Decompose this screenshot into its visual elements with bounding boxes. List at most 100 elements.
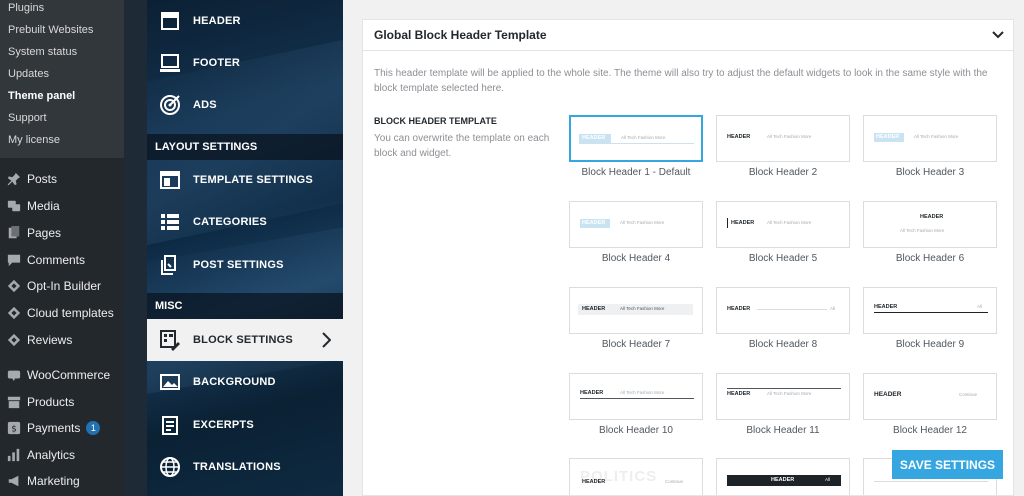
template-caption: Block Header 6 [895, 253, 965, 264]
menu-item-woocommerce[interactable]: WooCommerce [0, 362, 124, 388]
optin-icon [0, 279, 27, 293]
template-block-header-11[interactable]: HEADER All Tech Fashion More Block Heade… [716, 373, 850, 436]
template-block-header-1[interactable]: HEADER All Tech Fashion More Block Heade… [569, 115, 703, 178]
template-thumbnail: HEADER All [716, 287, 850, 334]
nav-label: TRANSLATIONS [193, 461, 281, 473]
thumb-header-text: HEADER [580, 390, 604, 396]
menu-item-pages[interactable]: Pages [0, 220, 124, 246]
thumb-filters: All Tech Fashion More [621, 135, 666, 140]
excerpt-icon [147, 414, 193, 436]
nav-item-block-settings[interactable]: BLOCK SETTINGS [147, 319, 343, 361]
template-block-header-13[interactable]: POLITICS HEADER Continue [569, 458, 703, 495]
menu-label: Analytics [27, 448, 76, 462]
thumb-filters: All Tech Fashion More [767, 391, 812, 396]
menu-item-optin-builder[interactable]: Opt-In Builder [0, 273, 124, 299]
wp-submenu: Plugins Prebuilt Websites System status … [0, 0, 124, 158]
thumb-filters: All Tech Fashion More [620, 306, 665, 311]
thumb-filters: All [825, 477, 831, 482]
menu-item-media[interactable]: Media [0, 193, 124, 219]
box-icon [0, 395, 27, 409]
template-thumbnail: HEADER All [863, 287, 997, 334]
template-block-header-2[interactable]: HEADER All Tech Fashion More Block Heade… [716, 115, 850, 178]
template-block-header-10[interactable]: HEADER All Tech Fashion More Block Heade… [569, 373, 703, 436]
menu-gutter [124, 0, 147, 496]
menu-item-cloud-templates[interactable]: Cloud templates [0, 300, 124, 326]
template-block-header-9[interactable]: HEADER All Block Header 9 [863, 287, 997, 350]
menu-label: Opt-In Builder [27, 279, 102, 293]
menu-label: Reviews [27, 333, 73, 347]
nav-item-background[interactable]: BACKGROUND [147, 361, 343, 403]
nav-item-post-settings[interactable]: POST SETTINGS [147, 244, 343, 286]
menu-label: Payments [27, 421, 81, 435]
pages-icon [0, 226, 27, 240]
submenu-my-license[interactable]: My license [8, 134, 60, 146]
chevron-down-icon[interactable] [991, 28, 1005, 42]
template-block-header-5[interactable]: HEADER All Tech Fashion More Block Heade… [716, 201, 850, 264]
theme-panel-nav: HEADER FOOTER ADS LAYOUT SETTINGS TEMPLA… [147, 0, 343, 496]
menu-label: Products [27, 395, 75, 409]
template-caption: Block Header 7 [601, 339, 671, 350]
thumb-filters: Continue [665, 479, 684, 484]
template-block-header-4[interactable]: HEADER All Tech Fashion More Block Heade… [569, 201, 703, 264]
submenu-theme-panel[interactable]: Theme panel [8, 90, 75, 102]
notification-badge: 1 [86, 421, 101, 435]
submenu-plugins[interactable]: Plugins [8, 2, 44, 14]
reviews-icon [0, 333, 27, 347]
thumb-header-text: HEADER [727, 134, 751, 140]
template-thumbnail: HEADER All Tech Fashion More [716, 373, 850, 420]
template-block-header-14[interactable]: HEADER All [716, 458, 850, 495]
template-block-header-7[interactable]: HEADER All Tech Fashion More Block Heade… [569, 287, 703, 350]
nav-item-header[interactable]: HEADER [147, 0, 343, 42]
nav-item-excerpts[interactable]: EXCERPTS [147, 404, 343, 446]
list-icon [147, 211, 193, 233]
nav-item-categories[interactable]: CATEGORIES [147, 201, 343, 243]
settings-panel: Global Block Header Template This header… [362, 19, 1014, 496]
panel-header[interactable]: Global Block Header Template [363, 20, 1013, 51]
thumb-filters: All [830, 306, 836, 311]
document-icon [147, 254, 193, 276]
submenu-system-status[interactable]: System status [8, 46, 77, 58]
menu-item-products[interactable]: Products [0, 389, 124, 415]
menu-item-comments[interactable]: Comments [0, 247, 124, 273]
thumb-header-text: HEADER [920, 214, 944, 220]
template-block-header-3[interactable]: HEADER All Tech Fashion More Block Heade… [863, 115, 997, 178]
submenu-updates[interactable]: Updates [8, 68, 49, 80]
nav-label: EXCERPTS [193, 419, 254, 431]
template-thumbnail: HEADER All Tech Fashion More [716, 201, 850, 248]
template-caption: Block Header 5 [748, 253, 818, 264]
wp-admin-menu: Plugins Prebuilt Websites System status … [0, 0, 124, 496]
template-caption: Block Header 12 [893, 425, 967, 436]
template-caption: Block Header 3 [895, 167, 965, 178]
template-block-header-8[interactable]: HEADER All Block Header 8 [716, 287, 850, 350]
thumb-header-text: HEADER [727, 391, 751, 397]
menu-item-payments[interactable]: $ Payments 1 [0, 415, 124, 441]
section-misc: MISC [147, 293, 343, 319]
menu-item-reviews[interactable]: Reviews [0, 327, 124, 353]
nav-label: FOOTER [193, 57, 241, 69]
nav-label: TEMPLATE SETTINGS [193, 174, 313, 186]
thumb-header-text: HEADER [582, 220, 606, 226]
menu-item-posts[interactable]: Posts [0, 166, 124, 192]
nav-item-ads[interactable]: ADS [147, 84, 343, 126]
thumb-header-text: HEADER [582, 479, 606, 485]
menu-item-analytics[interactable]: Analytics [0, 442, 124, 468]
nav-item-footer[interactable]: FOOTER [147, 42, 343, 84]
option-description: You can overwrite the template on each b… [374, 133, 550, 159]
template-thumbnail: HEADER Continue [863, 373, 997, 420]
save-settings-button[interactable]: SAVE SETTINGS [892, 450, 1003, 479]
submenu-support[interactable]: Support [8, 112, 47, 124]
svg-text:$: $ [11, 425, 17, 435]
submenu-prebuilt-websites[interactable]: Prebuilt Websites [8, 24, 93, 36]
template-block-header-6[interactable]: HEADER All Tech Fashion More Block Heade… [863, 201, 997, 264]
template-block-header-12[interactable]: HEADER Continue Block Header 12 [863, 373, 997, 436]
woo-icon [0, 368, 27, 382]
nav-item-template-settings[interactable]: TEMPLATE SETTINGS [147, 159, 343, 201]
menu-item-marketing[interactable]: Marketing [0, 468, 124, 494]
template-caption: Block Header 1 - Default [581, 167, 691, 178]
thumb-filters: All Tech Fashion More [767, 134, 812, 139]
chevron-right-icon [321, 332, 332, 353]
nav-item-translations[interactable]: TRANSLATIONS [147, 446, 343, 488]
image-icon [147, 371, 193, 393]
thumb-header-text: HEADER [876, 134, 900, 140]
template-caption: Block Header 8 [748, 339, 818, 350]
